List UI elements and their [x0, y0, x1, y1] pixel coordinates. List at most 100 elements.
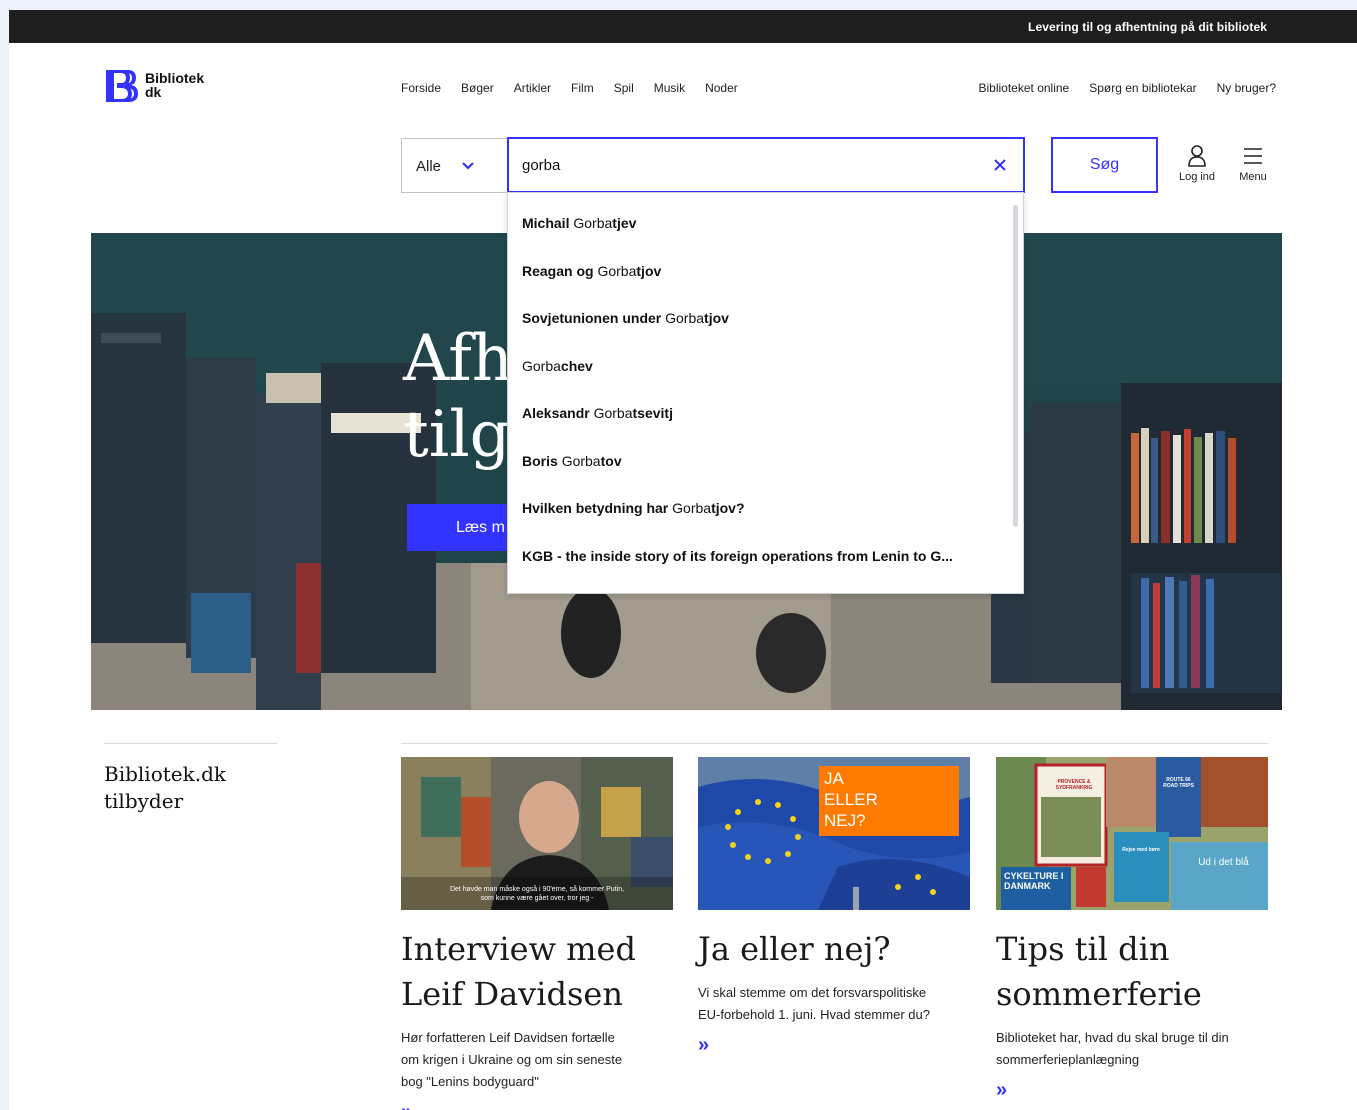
suggestion-suffix: tjov?	[711, 500, 745, 516]
chevron-down-icon	[462, 162, 474, 170]
suggestion-match: Gorba	[593, 405, 633, 421]
cover-title: Rejse med børn	[1122, 847, 1160, 853]
video-subtitle-line-2: som kunne være gået over, tror jeg -	[480, 895, 594, 902]
suggestion-suffix: chev	[560, 358, 593, 374]
suggestion-prefix: Hvilken betydning har	[522, 500, 673, 516]
divider	[104, 743, 277, 744]
logo-line-2: dk	[145, 84, 162, 100]
nav-forside[interactable]: Forside	[401, 81, 441, 95]
double-arrow-right-icon[interactable]: »	[401, 1101, 675, 1110]
nav-spil[interactable]: Spil	[614, 81, 634, 95]
double-arrow-right-icon[interactable]: »	[698, 1034, 972, 1057]
article-card-summer[interactable]: PROVENCE & SYDFRANKRIG ROUTE 66 ROAD TRI…	[996, 757, 1270, 1102]
card-title-line-2: Leif Davidsen	[401, 975, 623, 1013]
suggestion-match: Gorba	[573, 215, 613, 231]
search-scope-select[interactable]: Alle	[401, 138, 508, 193]
delivery-link[interactable]: Levering til og afhentning på dit biblio…	[1028, 20, 1267, 34]
suggestion-item[interactable]: KGB - the inside story of its foreign op…	[522, 548, 953, 564]
double-arrow-right-icon[interactable]: »	[996, 1079, 1270, 1102]
offers-heading-line-1: Bibliotek.dk	[104, 762, 227, 786]
logo[interactable]: Bibliotek dk	[104, 68, 224, 108]
suggestion-suffix: tjev	[612, 215, 637, 231]
secondary-nav: Biblioteket online Spørg en bibliotekar …	[959, 81, 1277, 95]
badge-line: JA	[824, 769, 844, 788]
hero-title: Afh tilg	[403, 321, 513, 473]
suggestion-item[interactable]: Aleksandr Gorbatsevitj	[522, 405, 673, 421]
card-description-line: Biblioteket har, hvad du skal bruge til …	[996, 1030, 1229, 1045]
menu-button[interactable]: Menu	[1230, 145, 1276, 187]
card-title[interactable]: Interview med Leif Davidsen	[401, 927, 675, 1017]
suggestion-match: Gorba	[665, 310, 705, 326]
video-subtitle-line-1: Det havde man måske også i 90'erne, så k…	[449, 886, 625, 893]
logo-icon	[106, 70, 138, 102]
hero-title-line-2: tilg	[403, 398, 511, 472]
page: Levering til og afhentning på dit biblio…	[9, 10, 1357, 1110]
card-description: Hør forfatteren Leif Davidsen fortælle o…	[401, 1027, 675, 1093]
suggestion-prefix: KGB - the inside story of its foreign op…	[522, 548, 953, 564]
badge-line: NEJ?	[824, 811, 866, 830]
nav-film[interactable]: Film	[571, 81, 594, 95]
cover-title: PROVENCE & SYDFRANKRIG	[1055, 779, 1093, 791]
search-button[interactable]: Søg	[1051, 137, 1158, 193]
card-description-line: Vi skal stemme om det forsvarspolitiske	[698, 985, 927, 1000]
nav-ny-bruger[interactable]: Ny bruger?	[1217, 81, 1276, 95]
search-scope-label: Alle	[416, 158, 442, 175]
close-icon[interactable]	[993, 158, 1007, 172]
card-title-line-1: Ja eller nej?	[698, 930, 891, 968]
card-title[interactable]: Ja eller nej?	[698, 927, 972, 972]
suggestion-item[interactable]: Boris Gorbatov	[522, 453, 622, 469]
search-suggestions: Michail Gorbatjev Reagan og Gorbatjov So…	[507, 192, 1024, 594]
card-title-line-2: sommerferie	[996, 975, 1202, 1013]
nav-boger[interactable]: Bøger	[461, 81, 494, 95]
suggestions-scrollbar[interactable]	[1013, 205, 1018, 527]
card-image[interactable]: Det havde man måske også i 90'erne, så k…	[401, 757, 673, 910]
suggestion-match: Gorba	[522, 358, 561, 374]
video-subtitle: Det havde man måske også i 90'erne, så k…	[401, 885, 673, 903]
suggestion-item[interactable]: Sovjetunionen under Gorbatjov	[522, 310, 729, 326]
card-image[interactable]: PROVENCE & SYDFRANKRIG ROUTE 66 ROAD TRI…	[996, 757, 1268, 910]
suggestion-suffix: tsevitj	[632, 405, 673, 421]
card-title-line-1: Tips til din	[996, 930, 1170, 968]
menu-label: Menu	[1239, 171, 1267, 183]
suggestion-prefix: Boris	[522, 453, 562, 469]
nav-artikler[interactable]: Artikler	[514, 81, 551, 95]
nav-noder[interactable]: Noder	[705, 81, 738, 95]
suggestion-prefix: Aleksandr	[522, 405, 594, 421]
suggestion-item[interactable]: Michail Gorbatjev	[522, 215, 636, 231]
search-input[interactable]	[522, 154, 962, 176]
article-card-interview[interactable]: Det havde man måske også i 90'erne, så k…	[401, 757, 675, 1110]
suggestion-match: Gorba	[597, 263, 637, 279]
login-button[interactable]: Log ind	[1174, 145, 1220, 187]
user-icon	[1188, 145, 1206, 167]
card-description-line: EU-forbehold 1. juni. Hvad stemmer du?	[698, 1007, 930, 1022]
card-image[interactable]: JA ELLER NEJ?	[698, 757, 970, 910]
hamburger-icon	[1244, 148, 1262, 164]
article-card-eu-vote[interactable]: JA ELLER NEJ? Ja eller nej? Vi skal stem…	[698, 757, 972, 1057]
suggestion-match: Gorba	[561, 453, 601, 469]
suggestion-suffix: tjov	[704, 310, 729, 326]
ja-eller-nej-badge: JA ELLER NEJ?	[819, 766, 959, 836]
suggestion-item[interactable]: Gorbachev	[522, 358, 593, 374]
suggestion-prefix: Sovjetunionen under	[522, 310, 666, 326]
main-nav: Forside Bøger Artikler Film Spil Musik N…	[401, 81, 758, 95]
card-description: Vi skal stemme om det forsvarspolitiske …	[698, 982, 972, 1026]
login-label: Log ind	[1178, 171, 1216, 183]
suggestion-item[interactable]: Hvilken betydning har Gorbatjov?	[522, 500, 745, 516]
nav-biblioteket-online[interactable]: Biblioteket online	[979, 81, 1070, 95]
divider	[401, 743, 1268, 744]
suggestion-item[interactable]: Reagan og Gorbatjov	[522, 263, 661, 279]
badge-line: ELLER	[824, 790, 878, 809]
card-description-line: bog "Lenins bodyguard"	[401, 1074, 539, 1089]
cover-title: CYKELTURE I DANMARK	[1004, 871, 1064, 891]
cover-title: Ud i det blå	[1198, 857, 1249, 868]
top-info-bar: Levering til og afhentning på dit biblio…	[9, 10, 1357, 43]
card-title-line-1: Interview med	[401, 930, 636, 968]
logo-line-1: Bibliotek	[145, 70, 205, 86]
nav-musik[interactable]: Musik	[654, 81, 685, 95]
suggestion-suffix: tjov	[636, 263, 662, 279]
card-description-line: Hør forfatteren Leif Davidsen fortælle	[401, 1030, 615, 1045]
card-title[interactable]: Tips til din sommerferie	[996, 927, 1270, 1017]
search-box	[507, 137, 1025, 193]
card-description-line: om krigen i Ukraine og om sin seneste	[401, 1052, 623, 1067]
nav-sporg-bibliotekar[interactable]: Spørg en bibliotekar	[1089, 81, 1196, 95]
